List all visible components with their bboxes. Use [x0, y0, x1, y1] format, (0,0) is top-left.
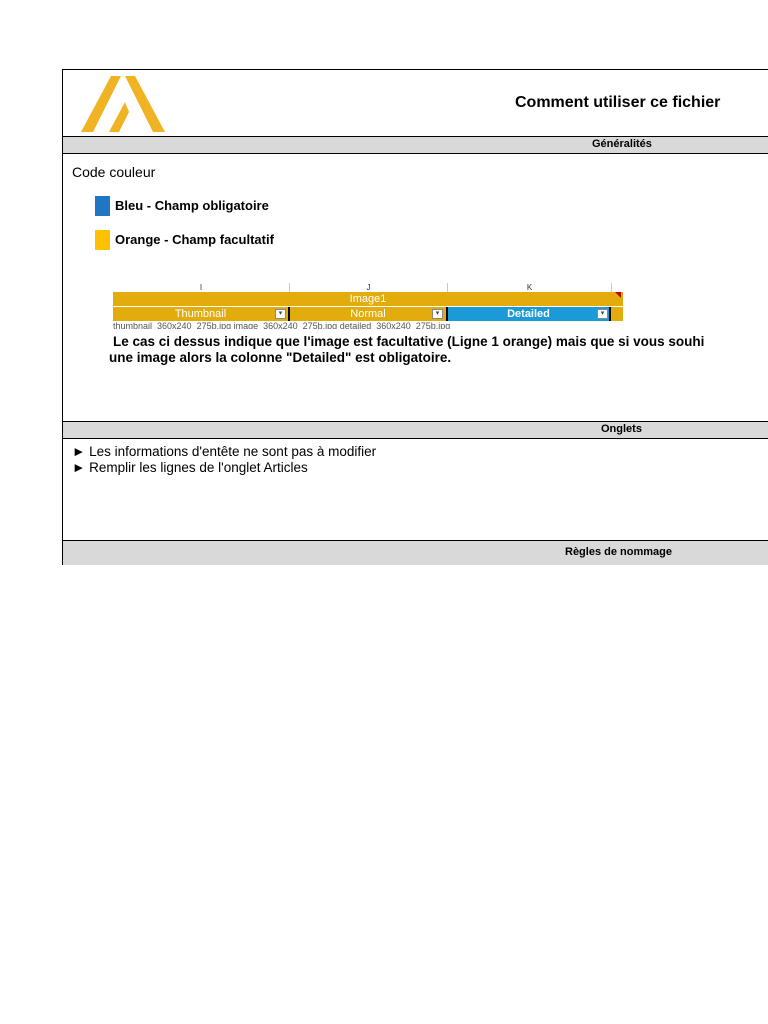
filter-dropdown-icon: ▾ [432, 309, 443, 319]
column-detailed: Detailed [448, 307, 611, 321]
section-title: Onglets [601, 423, 642, 435]
legend-label: Orange - Champ facultatif [115, 232, 274, 247]
page-title: Comment utiliser ce fichier [515, 94, 721, 111]
explanation-note: Le cas ci dessus indique que l'image est… [109, 334, 768, 366]
logo-icon [81, 76, 165, 132]
header: Comment utiliser ce fichier [63, 70, 768, 136]
bullet-item: ► Les informations d'entête ne sont pas … [72, 444, 377, 459]
column-letter: I [113, 283, 290, 292]
filter-dropdown-icon: ▾ [597, 309, 608, 319]
instructions-sheet: Comment utiliser ce fichier Généralités … [62, 69, 768, 565]
column-letter: K [448, 283, 612, 292]
blue-swatch [95, 196, 110, 216]
orange-swatch [95, 230, 110, 250]
group-header-image1: Image1 [113, 292, 623, 306]
section-title: Règles de nommage [565, 546, 672, 558]
color-code-label: Code couleur [72, 164, 156, 180]
column-letter: J [290, 283, 448, 292]
onglets-bullet-list: ► Les informations d'entête ne sont pas … [72, 444, 376, 476]
note-line: une image alors la colonne "Detailed" es… [109, 350, 452, 365]
column-normal: Normal [290, 307, 448, 321]
column-thumbnail: Thumbnail [113, 307, 290, 321]
filter-dropdown-icon: ▾ [275, 309, 286, 319]
bullet-item: ► Remplir les lignes de l'onglet Article… [72, 460, 308, 475]
section-title: Généralités [592, 138, 652, 150]
note-line: Le cas ci dessus indique que l'image est… [113, 334, 705, 349]
section-header-regles: Règles de nommage [63, 540, 768, 565]
comment-marker [615, 292, 621, 298]
spreadsheet-snippet-image: I J K Image1 Thumbnail Normal Detailed ▾… [113, 283, 623, 329]
section-header-generalites: Généralités [63, 136, 768, 154]
section-header-onglets: Onglets [63, 421, 768, 439]
cut-data-row: thumbnail_360x240_275b.jpg image_360x240… [113, 321, 451, 329]
legend-label: Bleu - Champ obligatoire [115, 198, 269, 213]
